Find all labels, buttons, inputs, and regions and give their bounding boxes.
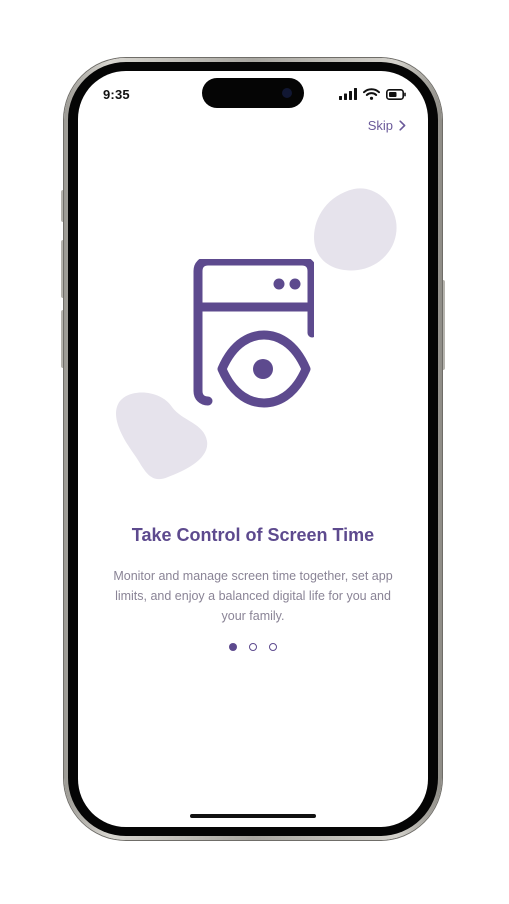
- cellular-signal-icon: [339, 88, 357, 100]
- page-dot-3[interactable]: [269, 643, 277, 651]
- front-camera-icon: [282, 88, 292, 98]
- onboarding-description: Monitor and manage screen time together,…: [113, 569, 393, 623]
- dynamic-island: [202, 78, 304, 108]
- battery-icon: [386, 88, 406, 100]
- skip-button[interactable]: Skip: [368, 118, 406, 133]
- phone-screen: 9:35 Skip Take Control of Screen Time Mo…: [78, 71, 428, 827]
- device-mockup: 9:35 Skip Take Control of Screen Time Mo…: [0, 0, 509, 904]
- decorative-blob-top: [314, 188, 397, 271]
- onboarding-title: Take Control of Screen Time: [131, 525, 375, 545]
- chevron-right-icon: [399, 120, 406, 131]
- page-dot-2[interactable]: [249, 643, 257, 651]
- wifi-icon: [363, 88, 380, 100]
- skip-label: Skip: [367, 118, 393, 133]
- home-indicator[interactable]: [190, 814, 316, 818]
- status-icons: [339, 86, 406, 102]
- page-indicator: [78, 643, 428, 651]
- status-time: 9:35: [103, 87, 130, 102]
- page-dot-1-active[interactable]: [229, 643, 237, 651]
- window-eye-icon: [193, 259, 314, 408]
